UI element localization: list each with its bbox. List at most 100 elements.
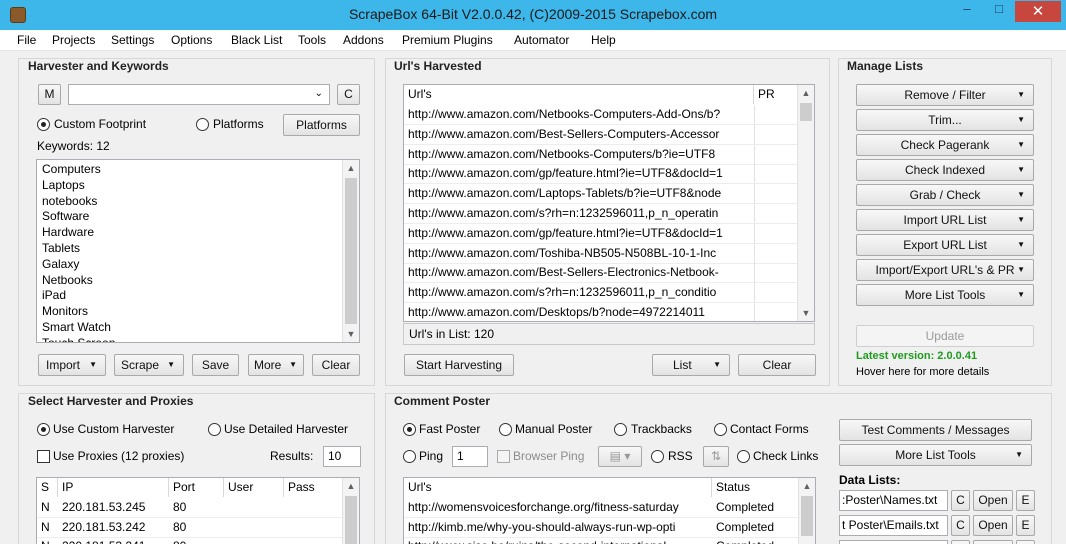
use-proxies-checkbox[interactable] [37,450,50,463]
manage-list-button[interactable]: Trim... ▼ [856,109,1034,131]
url-row[interactable]: http://www.amazon.com/s?rh=n:1232596011,… [404,204,798,224]
rss-radio[interactable] [651,450,664,463]
manage-list-button[interactable]: Remove / Filter ▼ [856,84,1034,106]
manage-list-button[interactable]: Import/Export URL's & PR ▼ [856,259,1034,281]
data-list-path-input[interactable]: :Poster\Names.txt [839,490,948,511]
menu-help[interactable]: Help [591,33,616,47]
urls-scrollbar[interactable]: ▲ ▼ [797,85,814,321]
custom-footprint-radio[interactable] [37,118,50,131]
start-harvesting-button[interactable]: Start Harvesting [404,354,514,376]
proxy-row[interactable]: N 220.181.53.242 80 [37,518,343,538]
data-list-path-input[interactable]: t Poster\Emails.txt [839,515,948,536]
proxy-row[interactable]: N 220.181.53.241 80 [37,537,343,544]
data-list-edit-button[interactable]: E [1016,490,1035,511]
manage-list-button[interactable]: Import URL List ▼ [856,209,1034,231]
pr-column-header[interactable]: PR [754,85,798,104]
menu-addons[interactable]: Addons [343,33,384,47]
scroll-up-icon[interactable]: ▲ [343,478,359,494]
url-row[interactable]: http://www.amazon.com/gp/feature.html?ie… [404,223,798,244]
url-row[interactable]: http://www.amazon.com/Desktops/b?node=49… [404,303,798,321]
check-links-radio[interactable] [737,450,750,463]
scroll-down-icon[interactable]: ▼ [343,326,359,342]
data-list-open-button[interactable]: Open [973,540,1013,544]
data-list-edit-button[interactable]: E [1016,540,1035,544]
m-button[interactable]: M [38,84,61,105]
keyword-item[interactable]: notebooks [42,194,97,208]
proxies-grid[interactable]: S IP Port User Pass N 220.181.53.245 80 N 22… [36,477,360,544]
proxies-scrollbar[interactable]: ▲ [342,478,359,544]
poster-status-column-header[interactable]: Status [712,478,800,497]
manage-list-button[interactable]: Export URL List ▼ [856,234,1034,256]
scroll-thumb[interactable] [801,496,813,536]
poster-grid[interactable]: Url's Status http://womensvoicesforchang… [403,477,816,544]
ping-count-input[interactable]: 1 [452,446,488,467]
scrape-button[interactable]: Scrape ▼ [114,354,184,376]
poster-row[interactable]: http://womensvoicesforchange.org/fitness… [404,498,800,518]
poster-more-list-tools-button[interactable]: More List Tools ▼ [839,444,1032,466]
rss-settings-button[interactable]: ⇅ [703,446,729,467]
c-button[interactable]: C [337,84,360,105]
manage-list-button[interactable]: More List Tools ▼ [856,284,1034,306]
ping-radio[interactable] [403,450,416,463]
url-row[interactable]: http://www.amazon.com/Netbooks-Computers… [404,105,798,125]
urls-clear-button[interactable]: Clear [738,354,816,376]
scroll-up-icon[interactable]: ▲ [798,85,814,101]
results-input[interactable]: 10 [323,446,361,467]
url-row[interactable]: http://www.amazon.com/Best-Sellers-Compu… [404,124,798,145]
url-row[interactable]: http://www.amazon.com/Best-Sellers-Elect… [404,263,798,284]
detailed-harvester-radio[interactable] [208,423,221,436]
contact-forms-radio[interactable] [714,423,727,436]
platforms-radio[interactable] [196,118,209,131]
scroll-up-icon[interactable]: ▲ [799,478,815,494]
data-list-path-input[interactable]: t Poster\Websites.txt [839,540,948,544]
import-button[interactable]: Import ▼ [38,354,106,376]
poster-row[interactable]: http://www.siso.be/ruins/the-second-inte… [404,537,800,544]
keyword-item[interactable]: Smart Watch [42,320,111,334]
scroll-thumb[interactable] [800,103,812,121]
scroll-up-icon[interactable]: ▲ [343,160,359,176]
menu-tools[interactable]: Tools [298,33,326,47]
keyword-item[interactable]: Computers [42,162,101,176]
list-button[interactable]: List ▼ [652,354,730,376]
keyword-item[interactable]: Galaxy [42,257,79,271]
keyword-item[interactable]: Monitors [42,304,88,318]
manage-list-button[interactable]: Check Indexed ▼ [856,159,1034,181]
scroll-thumb[interactable] [345,178,357,324]
data-list-clear-button[interactable]: C [951,490,970,511]
proxy-pass-column-header[interactable]: Pass [284,478,343,497]
url-row[interactable]: http://www.amazon.com/Toshiba-NB505-N508… [404,243,798,264]
url-column-header[interactable]: Url's [404,85,754,104]
browser-ping-checkbox[interactable] [497,450,510,463]
menu-black-list[interactable]: Black List [231,33,282,47]
proxy-ip-column-header[interactable]: IP [58,478,169,497]
save-button[interactable]: Save [192,354,239,376]
poster-row[interactable]: http://kimb.me/why-you-should-always-run… [404,518,800,538]
browser-settings-button[interactable]: ▤ ▾ [598,446,642,467]
keyword-item[interactable]: iPad [42,288,66,302]
data-list-clear-button[interactable]: C [951,515,970,536]
maximize-button[interactable]: □ [984,1,1014,22]
menu-options[interactable]: Options [171,33,212,47]
urls-grid[interactable]: Url's PR http://www.amazon.com/Netbooks-… [403,84,815,322]
menu-automator[interactable]: Automator [514,33,569,47]
proxy-row[interactable]: N 220.181.53.245 80 [37,498,343,518]
proxy-port-column-header[interactable]: Port [169,478,224,497]
data-list-open-button[interactable]: Open [973,490,1013,511]
custom-harvester-radio[interactable] [37,423,50,436]
update-button[interactable]: Update [856,325,1034,347]
close-button[interactable]: ✕ [1015,1,1061,22]
poster-scrollbar[interactable]: ▲ [798,478,815,544]
keyword-item[interactable]: Touch Screen [42,336,115,342]
scroll-thumb[interactable] [345,496,357,544]
keywords-clear-button[interactable]: Clear [312,354,360,376]
menu-file[interactable]: File [17,33,36,47]
keyword-item[interactable]: Tablets [42,241,80,255]
menu-settings[interactable]: Settings [111,33,154,47]
url-row[interactable]: http://www.amazon.com/Netbooks-Computers… [404,144,798,165]
url-row[interactable]: http://www.amazon.com/gp/feature.html?ie… [404,164,798,185]
url-row[interactable]: http://www.amazon.com/s?rh=n:1232596011,… [404,283,798,304]
keywords-scrollbar[interactable]: ▲ ▼ [342,160,359,342]
data-list-clear-button[interactable]: C [951,540,970,544]
keywords-list[interactable]: Computers Laptops notebooks Software Hardwar… [36,159,360,343]
url-row[interactable]: http://www.amazon.com/Laptops-Tablets/b?… [404,184,798,205]
